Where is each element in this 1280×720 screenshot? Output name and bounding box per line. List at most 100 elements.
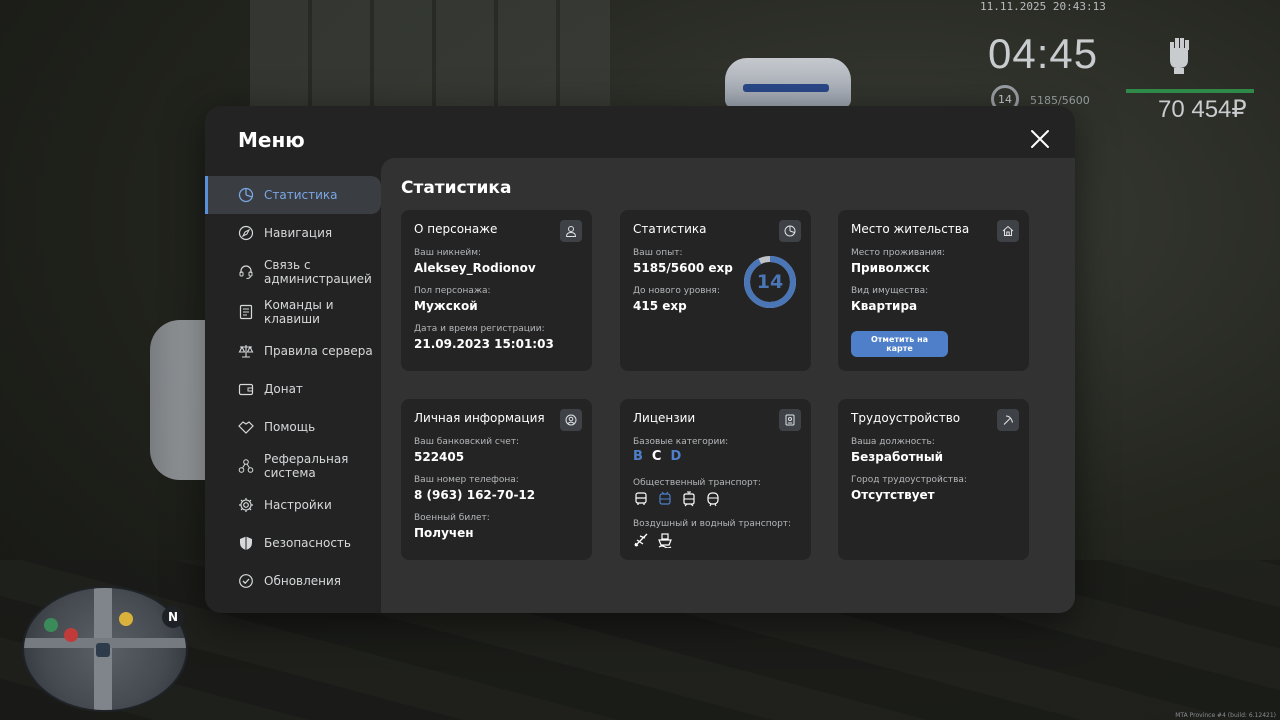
sidebar-item-updates[interactable]: Обновления <box>205 562 381 600</box>
category-b: B <box>633 449 643 464</box>
handshake-icon <box>238 421 254 434</box>
hud-datetime: 11.11.2025 20:43:13 <box>980 0 1106 13</box>
military-id-label: Военный билет: <box>414 513 490 523</box>
statistics-card: Статистика Ваш опыт: 5185/5600 exp До но… <box>620 210 811 371</box>
gear-icon <box>239 498 253 512</box>
employment-card: Трудоустройство Ваша должность: Безработ… <box>838 399 1029 560</box>
build-info: MTA Province #4 (build: 6.12421) <box>1175 712 1276 719</box>
sidebar-item-label: Статистика <box>264 188 338 202</box>
next-level-label: До нового уровня: <box>633 286 720 296</box>
residence-card: Место жительства Место проживания: Приво… <box>838 210 1029 371</box>
category-c: C <box>651 449 662 464</box>
menu-title: Меню <box>238 128 305 152</box>
card-title: Трудоустройство <box>851 411 961 425</box>
gender-value: Мужской <box>414 299 478 313</box>
ship-icon <box>658 533 672 548</box>
content-area: Статистика О персонаже Ваш никнейм: Alek… <box>381 158 1075 613</box>
base-categories-label: Базовые категории: <box>633 437 729 447</box>
property-type-label: Вид имущества: <box>851 286 929 296</box>
level-number: 14 <box>756 271 784 293</box>
sidebar-item-security[interactable]: Безопасность <box>205 524 381 562</box>
sidebar-item-rules[interactable]: Правила сервера <box>205 332 381 370</box>
background-car <box>150 320 210 480</box>
sidebar-item-label: Связь с администрацией <box>264 258 372 286</box>
sidebar-item-referral[interactable]: Реферальная система <box>205 446 381 486</box>
residence-place-label: Место проживания: <box>851 248 945 258</box>
registration-value: 21.09.2023 15:01:03 <box>414 337 554 351</box>
compass-icon <box>238 225 254 241</box>
residence-place-value: Приволжск <box>851 261 930 275</box>
stats-icon <box>779 220 801 242</box>
card-title: О персонаже <box>414 222 498 236</box>
refresh-icon <box>239 574 253 588</box>
sidebar-item-settings[interactable]: Настройки <box>205 486 381 524</box>
personal-info-card: Личная информация Ваш банковский счет: 5… <box>401 399 592 560</box>
military-id-value: Получен <box>414 526 474 540</box>
public-transport-icons <box>633 491 721 507</box>
user-circle-icon <box>560 409 582 431</box>
phone-label: Ваш номер телефона: <box>414 475 519 485</box>
background-wall <box>250 0 610 110</box>
north-indicator: N <box>162 606 184 628</box>
fist-icon <box>1170 38 1189 74</box>
public-transport-label: Общественный транспорт: <box>633 478 761 488</box>
home-icon <box>997 220 1019 242</box>
sidebar-item-commands[interactable]: Команды и клавиши <box>205 292 381 332</box>
license-categories: B C D <box>633 449 681 464</box>
hud-clock: 04:45 <box>988 30 1099 77</box>
minimap <box>22 586 188 712</box>
user-icon <box>560 220 582 242</box>
keyboard-icon <box>239 304 253 320</box>
sidebar-item-admin-contact[interactable]: Связь с администрацией <box>205 252 381 292</box>
sidebar-item-statistics[interactable]: Статистика <box>205 176 381 214</box>
phone-value: 8 (963) 162-70-12 <box>414 488 536 502</box>
shield-icon <box>240 536 252 550</box>
employment-city-value: Отсутствует <box>851 488 935 502</box>
next-level-value: 415 exp <box>633 299 687 313</box>
mark-on-map-button[interactable]: Отметить на карте <box>851 331 948 357</box>
pickaxe-icon <box>997 409 1019 431</box>
air-water-transport-icons <box>633 532 673 548</box>
sidebar-item-help[interactable]: Помощь <box>205 408 381 446</box>
headset-icon <box>239 265 253 279</box>
trolleybus-icon <box>659 491 671 505</box>
position-value: Безработный <box>851 450 944 464</box>
registration-label: Дата и время регистрации: <box>414 324 545 334</box>
exp-value: 5185/5600 exp <box>633 261 733 275</box>
hud-money: 70 454₽ <box>1158 96 1247 123</box>
content-title: Статистика <box>401 178 512 198</box>
bank-account-value: 522405 <box>414 450 465 464</box>
sidebar-item-navigation[interactable]: Навигация <box>205 214 381 252</box>
bus-icon <box>635 492 647 505</box>
wallet-icon <box>238 383 254 396</box>
card-title: Место жительства <box>851 222 970 236</box>
sidebar-item-label: Настройки <box>264 498 332 512</box>
sidebar-item-label: Безопасность <box>264 536 351 550</box>
licenses-card: Лицензии Базовые категории: B C D Общест… <box>620 399 811 560</box>
gender-label: Пол персонажа: <box>414 286 491 296</box>
close-icon[interactable] <box>1029 128 1051 150</box>
sidebar-item-label: Правила сервера <box>264 344 373 358</box>
background-police-car <box>725 58 851 108</box>
sidebar-item-label: Помощь <box>264 420 316 434</box>
sidebar-item-label: Донат <box>264 382 303 396</box>
stats-icon <box>238 187 254 203</box>
card-title: Личная информация <box>414 411 545 425</box>
nickname-label: Ваш никнейм: <box>414 248 482 258</box>
air-water-transport-label: Воздушный и водный транспорт: <box>633 519 792 529</box>
sidebar-item-donate[interactable]: Донат <box>205 370 381 408</box>
health-bar <box>1126 89 1254 93</box>
sidebar: Статистика Навигация Связь с администрац… <box>205 176 381 600</box>
tram-icon <box>683 491 695 507</box>
menu-panel: Меню Статистика Навигация Связь с админи… <box>205 106 1075 613</box>
plane-icon <box>634 533 648 547</box>
employment-city-label: Город трудоустройства: <box>851 475 967 485</box>
character-card: О персонаже Ваш никнейм: Aleksey_Rodiono… <box>401 210 592 371</box>
card-title: Лицензии <box>633 411 696 425</box>
sidebar-item-label: Навигация <box>264 226 333 240</box>
scales-icon <box>238 345 254 358</box>
metro-icon <box>707 492 719 507</box>
exp-label: Ваш опыт: <box>633 248 683 258</box>
position-label: Ваша должность: <box>851 437 935 447</box>
category-d: D <box>670 449 682 464</box>
